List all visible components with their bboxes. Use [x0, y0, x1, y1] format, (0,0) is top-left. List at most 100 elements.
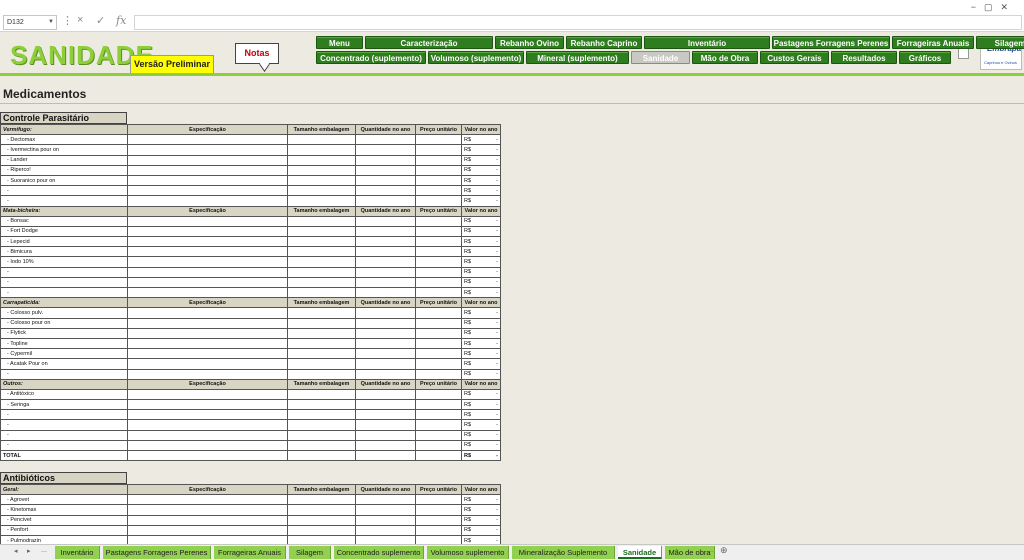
enter-icon[interactable]: ✓	[96, 14, 105, 27]
input-cell[interactable]	[127, 266, 288, 278]
input-cell[interactable]	[415, 185, 462, 197]
input-cell[interactable]	[415, 286, 462, 299]
input-cell[interactable]	[355, 419, 416, 431]
input-cell[interactable]	[355, 494, 416, 506]
input-cell[interactable]	[415, 429, 462, 441]
sheet-tab[interactable]: Volumoso suplemento	[427, 546, 509, 559]
item-label[interactable]: -	[0, 276, 128, 289]
item-label[interactable]: -	[0, 286, 128, 299]
input-cell[interactable]	[287, 534, 356, 544]
input-cell[interactable]	[355, 195, 416, 207]
item-label[interactable]: - Dectomax	[0, 134, 128, 146]
chevron-down-icon[interactable]: ▼	[48, 16, 54, 29]
input-cell[interactable]	[127, 236, 288, 248]
add-sheet-icon[interactable]: ⊕	[720, 545, 728, 556]
input-cell[interactable]	[287, 185, 356, 197]
input-cell[interactable]	[287, 504, 356, 516]
input-cell[interactable]	[355, 185, 416, 197]
item-label[interactable]: - Bimicura	[0, 246, 128, 258]
input-cell[interactable]	[287, 256, 356, 268]
input-cell[interactable]	[127, 276, 288, 289]
input-cell[interactable]	[127, 144, 288, 156]
input-cell[interactable]	[287, 358, 356, 370]
input-cell[interactable]	[355, 439, 416, 452]
item-label[interactable]: TOTAL	[0, 449, 128, 462]
input-cell[interactable]	[415, 337, 462, 350]
input-cell[interactable]	[415, 494, 462, 506]
item-label[interactable]: - Agrovet	[0, 494, 128, 506]
input-cell[interactable]	[127, 409, 288, 421]
item-label[interactable]: -	[0, 439, 128, 452]
input-cell[interactable]	[415, 246, 462, 258]
item-label[interactable]: - Seringa	[0, 399, 128, 411]
item-label[interactable]: - Pencivet	[0, 514, 128, 526]
nav-button-mineral-suplemento[interactable]: Mineral (suplemento)	[526, 51, 629, 64]
input-cell[interactable]	[127, 419, 288, 431]
item-label[interactable]: - Kinetomax	[0, 504, 128, 516]
input-cell[interactable]	[415, 348, 462, 360]
item-label[interactable]: - Cypermil	[0, 348, 128, 360]
input-cell[interactable]	[127, 256, 288, 268]
input-cell[interactable]	[355, 409, 416, 421]
sheet-tab[interactable]: Inventário	[55, 546, 100, 559]
sheet-tab[interactable]: Forrageiras Anuais	[214, 546, 286, 559]
input-cell[interactable]	[355, 276, 416, 289]
item-label[interactable]: - Pulmodrazin	[0, 534, 128, 544]
input-cell[interactable]	[127, 429, 288, 441]
input-cell[interactable]	[127, 195, 288, 207]
item-label[interactable]: - Bonsac	[0, 215, 128, 227]
input-cell[interactable]	[355, 317, 416, 329]
input-cell[interactable]	[287, 236, 356, 248]
nav-button-m-o-de-obra[interactable]: Mão de Obra	[692, 51, 758, 64]
input-cell[interactable]	[355, 514, 416, 526]
input-cell[interactable]	[127, 307, 288, 319]
item-label[interactable]: - Antitóxico	[0, 388, 128, 401]
input-cell[interactable]	[355, 388, 416, 401]
input-cell[interactable]	[415, 514, 462, 526]
input-cell[interactable]	[415, 195, 462, 207]
input-cell[interactable]	[127, 174, 288, 187]
sheet-tab[interactable]: Mineralização Suplemento	[512, 546, 615, 559]
input-cell[interactable]	[287, 154, 356, 166]
notes-button[interactable]: Notas	[235, 43, 279, 64]
input-cell[interactable]	[355, 225, 416, 238]
input-cell[interactable]	[355, 449, 416, 462]
input-cell[interactable]	[355, 327, 416, 339]
input-cell[interactable]	[287, 317, 356, 329]
item-label[interactable]: -	[0, 409, 128, 421]
input-cell[interactable]	[287, 174, 356, 187]
input-cell[interactable]	[127, 185, 288, 197]
tab-next-icon[interactable]: ▸	[27, 547, 31, 555]
input-cell[interactable]	[287, 348, 356, 360]
item-label[interactable]: -	[0, 368, 128, 380]
nav-button-concentrado-suplemento[interactable]: Concentrado (suplemento)	[316, 51, 426, 64]
nav-button-pastagens-forragens-perenes[interactable]: Pastagens Forragens Perenes	[772, 36, 890, 49]
nav-button-gr-ficos[interactable]: Gráficos	[899, 51, 951, 64]
input-cell[interactable]	[415, 307, 462, 319]
window-controls[interactable]: −▢✕	[971, 2, 1016, 13]
input-cell[interactable]	[287, 524, 356, 536]
input-cell[interactable]	[355, 504, 416, 516]
input-cell[interactable]	[415, 368, 462, 380]
input-cell[interactable]	[355, 164, 416, 176]
input-cell[interactable]	[287, 215, 356, 227]
input-cell[interactable]	[287, 286, 356, 299]
nav-button-volumoso-suplemento[interactable]: Volumoso (suplemento)	[428, 51, 524, 64]
input-cell[interactable]	[355, 358, 416, 370]
nav-button-forrageiras-anuais[interactable]: Forrageiras Anuais	[892, 36, 974, 49]
input-cell[interactable]	[415, 134, 462, 146]
nav-button-silagem[interactable]: Silagem	[976, 36, 1024, 49]
item-label[interactable]: - Lepecid	[0, 236, 128, 248]
input-cell[interactable]	[127, 286, 288, 299]
input-cell[interactable]	[287, 195, 356, 207]
input-cell[interactable]	[415, 388, 462, 401]
nav-button-resultados[interactable]: Resultados	[831, 51, 897, 64]
input-cell[interactable]	[287, 494, 356, 506]
input-cell[interactable]	[355, 337, 416, 350]
item-label[interactable]: - Iodo 10%	[0, 256, 128, 268]
input-cell[interactable]	[127, 164, 288, 176]
input-cell[interactable]	[355, 154, 416, 166]
item-label[interactable]: - Topline	[0, 337, 128, 350]
input-cell[interactable]	[287, 276, 356, 289]
item-label[interactable]: -	[0, 429, 128, 441]
